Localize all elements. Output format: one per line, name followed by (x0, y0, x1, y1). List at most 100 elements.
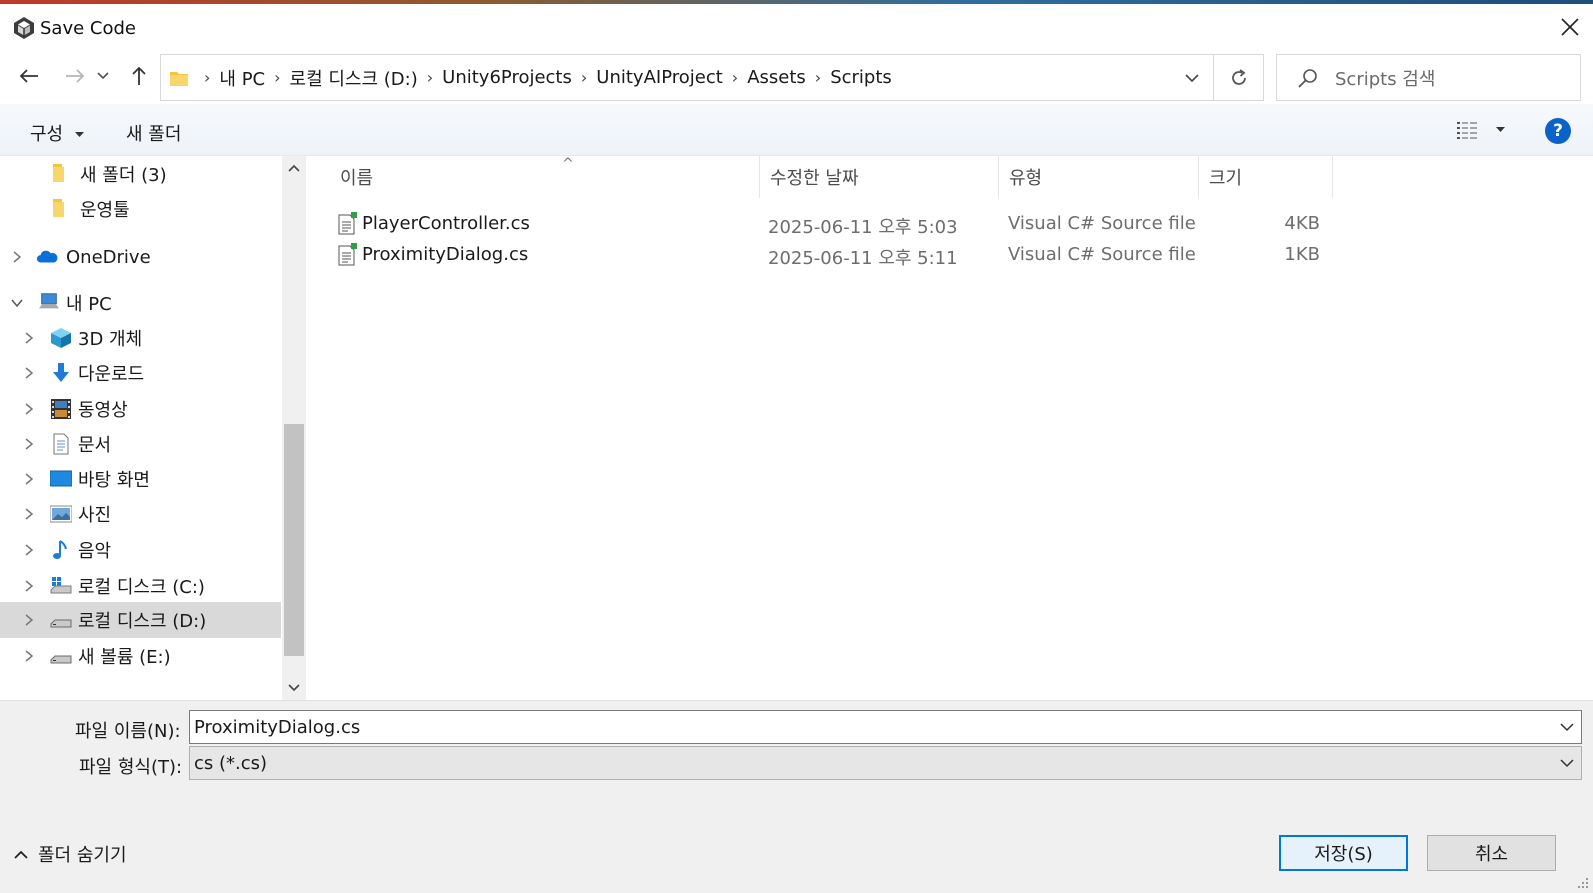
refresh-icon (1231, 68, 1246, 85)
cancel-button[interactable]: 취소 (1427, 835, 1556, 871)
filetype-label: 파일 형식(T): (79, 757, 183, 778)
window-title: Save Code (40, 18, 136, 39)
filename-label: 파일 이름(N): (75, 721, 181, 742)
view-options-button[interactable] (1456, 118, 1512, 142)
breadcrumb-unity6projects[interactable]: Unity6Projects (442, 67, 572, 88)
address-bar[interactable]: › 내 PC › 로컬 디스크 (D:) › Unity6Projects › … (160, 54, 1214, 101)
breadcrumb-separator[interactable]: › (815, 68, 821, 87)
scroll-thumb[interactable] (284, 424, 304, 656)
breadcrumb-unityaiproject[interactable]: UnityAIProject (596, 67, 723, 88)
video-icon (51, 399, 71, 419)
filetype-value: cs (*.cs) (194, 752, 268, 774)
tree-item-desktop[interactable]: 바탕 화면 (0, 461, 281, 497)
hide-folders-toggle[interactable]: 폴더 숨기기 (14, 841, 127, 867)
file-row[interactable]: PlayerController.cs 2025-06-11 오후 5:03 V… (336, 208, 1366, 240)
tree-item-3d-objects[interactable]: 3D 개체 (0, 320, 281, 356)
folder-icon (170, 71, 188, 86)
hide-folders-label: 폴더 숨기기 (38, 845, 127, 866)
search-box[interactable]: Scripts 검색 (1276, 54, 1581, 101)
breadcrumb-separator[interactable]: › (581, 68, 587, 87)
scroll-up-button[interactable] (282, 156, 306, 180)
tree-item-label: 새 볼륨 (E:) (78, 647, 171, 668)
filename-dropdown-button[interactable] (1559, 719, 1575, 735)
breadcrumb-separator: › (204, 68, 211, 87)
chevron-up-icon (14, 850, 28, 859)
onedrive-icon (36, 250, 58, 263)
chevron-right-icon (25, 403, 34, 415)
tree-item-label: OneDrive (66, 246, 151, 268)
tree-item-label: 다운로드 (78, 364, 145, 385)
tree-item-pictures[interactable]: 사진 (0, 496, 281, 532)
breadcrumb-separator[interactable]: › (732, 68, 738, 87)
organize-button[interactable]: 구성 (30, 120, 84, 146)
file-row[interactable]: ProximityDialog.cs 2025-06-11 오후 5:11 Vi… (336, 239, 1366, 271)
tree-item-local-disk-c[interactable]: 로컬 디스크 (C:) (0, 568, 281, 604)
new-folder-button[interactable]: 새 폴더 (126, 120, 181, 146)
column-header-size[interactable]: 크기 (1199, 156, 1333, 198)
tree-item-label: 로컬 디스크 (C:) (78, 577, 205, 598)
tree-item-label: 사진 (78, 505, 112, 526)
chevron-down-icon (1560, 722, 1574, 731)
sort-ascending-icon: ^ (562, 156, 574, 172)
help-button[interactable]: ? (1545, 118, 1571, 144)
navpane-scrollbar[interactable] (282, 156, 306, 700)
refresh-button[interactable] (1214, 54, 1264, 101)
chevron-right-icon (25, 508, 34, 520)
resize-grip-icon[interactable] (1577, 877, 1589, 889)
back-button[interactable] (11, 58, 47, 94)
chevron-right-icon (25, 544, 34, 556)
tree-item-videos[interactable]: 동영상 (0, 391, 281, 427)
caret-down-icon (74, 132, 84, 137)
file-type: Visual C# Source file (1008, 244, 1196, 265)
breadcrumb-separator[interactable]: › (274, 68, 280, 87)
filetype-dropdown-button[interactable] (1559, 755, 1575, 771)
desktop-icon (50, 470, 72, 487)
chevron-right-icon (25, 614, 34, 626)
filetype-select[interactable]: cs (*.cs) (189, 746, 1582, 780)
close-button[interactable] (1547, 4, 1593, 50)
tree-item-documents[interactable]: 문서 (0, 426, 281, 462)
column-header-modified[interactable]: 수정한 날짜 (760, 156, 999, 198)
tree-item-new-folder-3[interactable]: 새 폴더 (3) (0, 156, 281, 192)
file-name: PlayerController.cs (362, 213, 530, 234)
forward-button[interactable] (57, 58, 93, 94)
recent-locations-button[interactable] (92, 58, 114, 94)
chevron-right-icon (25, 367, 34, 379)
tree-item-my-pc[interactable]: 내 PC (0, 285, 281, 321)
folder-icon (53, 164, 64, 182)
filename-input[interactable]: ProximityDialog.cs (189, 710, 1582, 744)
caret-down-icon (1496, 127, 1505, 132)
tree-item-downloads[interactable]: 다운로드 (0, 355, 281, 391)
chevron-down-icon (288, 684, 300, 692)
tree-item-music[interactable]: 음악 (0, 532, 281, 568)
search-icon (1298, 68, 1317, 88)
column-header-name[interactable]: 이름 ^ (330, 156, 760, 198)
organize-label: 구성 (30, 124, 64, 145)
address-history-button[interactable] (1181, 67, 1203, 89)
chevron-right-icon (13, 251, 22, 263)
tree-item-new-volume-e[interactable]: 새 볼륨 (E:) (0, 638, 281, 674)
breadcrumb-local-disk-d[interactable]: 로컬 디스크 (D:) (290, 65, 418, 91)
breadcrumb-assets[interactable]: Assets (747, 67, 806, 88)
scroll-down-button[interactable] (282, 676, 306, 700)
navigation-bar: › 내 PC › 로컬 디스크 (D:) › Unity6Projects › … (0, 50, 1593, 104)
chevron-down-icon (11, 299, 23, 308)
file-type: Visual C# Source file (1008, 213, 1196, 234)
breadcrumb-separator[interactable]: › (427, 68, 433, 87)
up-button[interactable] (121, 58, 157, 94)
column-header-type[interactable]: 유형 (999, 156, 1199, 198)
tree-item-label: 운영툴 (80, 200, 130, 221)
column-header-label: 크기 (1209, 168, 1243, 189)
breadcrumb-scripts[interactable]: Scripts (830, 67, 892, 88)
tree-item-ops-tools[interactable]: 운영툴 (0, 191, 281, 227)
tree-item-label: 3D 개체 (78, 329, 143, 350)
save-button[interactable]: 저장(S) (1279, 835, 1408, 871)
tree-item-label: 문서 (78, 435, 112, 456)
close-icon (1561, 18, 1579, 36)
tree-item-local-disk-d[interactable]: 로컬 디스크 (D:) (0, 602, 281, 638)
tree-item-onedrive[interactable]: OneDrive (0, 239, 281, 275)
tree-item-label: 새 폴더 (3) (80, 165, 167, 186)
navigation-pane: 새 폴더 (3) 운영툴 OneDrive 내 PC 3D 개체 다운로드 동영… (0, 156, 281, 700)
breadcrumb-my-pc[interactable]: 내 PC (219, 65, 265, 91)
column-header-label: 수정한 날짜 (770, 168, 859, 189)
